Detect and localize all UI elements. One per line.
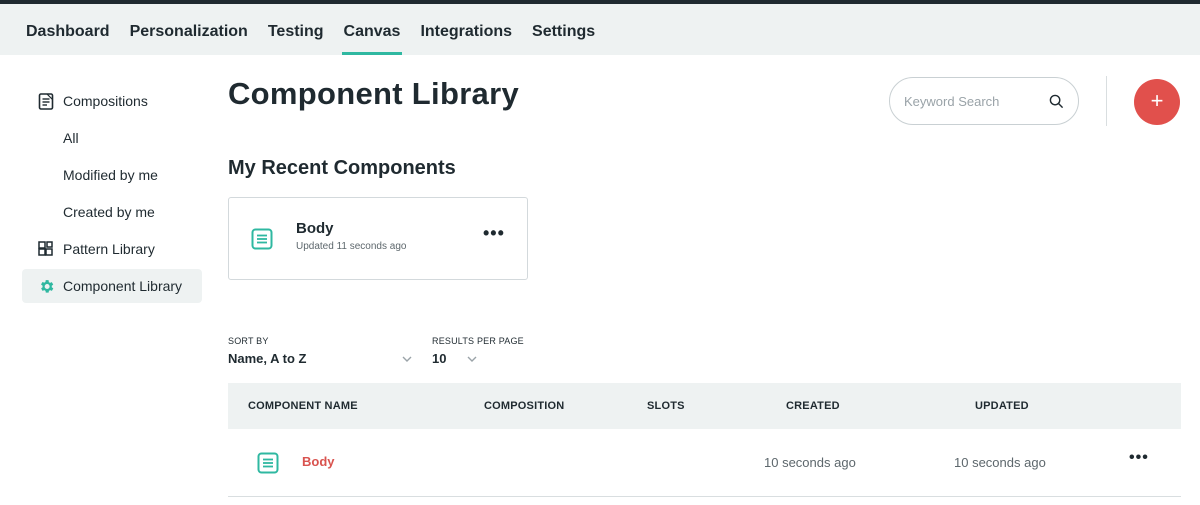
search-icon[interactable] (1049, 94, 1064, 109)
column-composition[interactable]: COMPOSITION (484, 383, 564, 429)
sort-by-select[interactable]: Name, A to Z (228, 351, 307, 366)
recent-component-card[interactable]: Body Updated 11 seconds ago ••• (228, 197, 528, 280)
card-updated-time: Updated 11 seconds ago (296, 241, 407, 252)
tab-personalization[interactable]: Personalization (130, 4, 248, 55)
column-slots[interactable]: SLOTS (647, 383, 685, 429)
tab-dashboard[interactable]: Dashboard (26, 4, 110, 55)
pattern-grid-icon (37, 240, 55, 258)
sidebar-item-label: Compositions (63, 93, 148, 109)
component-list-icon (251, 228, 273, 255)
card-more-options-button[interactable]: ••• (483, 223, 505, 244)
recent-components-title: My Recent Components (228, 157, 456, 179)
sidebar-item-pattern-library[interactable]: Pattern Library (22, 232, 202, 266)
cell-created: 10 seconds ago (764, 455, 856, 470)
main-nav: Dashboard Personalization Testing Canvas… (26, 4, 595, 55)
sort-by-label: SORT BY (228, 336, 269, 346)
table-row: Body 10 seconds ago 10 seconds ago ••• (228, 429, 1181, 497)
header-divider (1106, 76, 1107, 126)
results-per-page-label: RESULTS PER PAGE (432, 336, 524, 346)
sidebar-item-label: Pattern Library (63, 241, 155, 257)
tab-canvas[interactable]: Canvas (341, 4, 403, 55)
cell-updated: 10 seconds ago (954, 455, 1046, 470)
tab-settings[interactable]: Settings (532, 4, 595, 55)
table-header: COMPONENT NAME COMPOSITION SLOTS CREATED… (228, 383, 1181, 429)
search-input[interactable] (904, 93, 1044, 109)
row-more-options-button[interactable]: ••• (1129, 449, 1149, 467)
tab-integrations[interactable]: Integrations (420, 4, 512, 55)
keyword-search[interactable] (889, 77, 1079, 125)
column-created[interactable]: CREATED (786, 383, 840, 429)
component-list-icon (257, 452, 279, 479)
chevron-down-icon[interactable] (466, 353, 478, 365)
sidebar-item-modified-by-me[interactable]: Modified by me (22, 158, 202, 192)
page-title: Component Library (228, 76, 520, 111)
results-per-page-select[interactable]: 10 (432, 351, 446, 366)
add-component-button[interactable]: + (1134, 79, 1180, 125)
tab-testing[interactable]: Testing (268, 4, 324, 55)
top-navigation-bar: Dashboard Personalization Testing Canvas… (0, 0, 1200, 55)
gear-icon (37, 277, 55, 295)
sidebar: Compositions All Modified by me Created … (22, 84, 202, 306)
sidebar-item-component-library[interactable]: Component Library (22, 269, 202, 303)
sidebar-item-all[interactable]: All (22, 121, 202, 155)
column-component-name[interactable]: COMPONENT NAME (248, 383, 358, 429)
column-updated[interactable]: UPDATED (975, 383, 1029, 429)
sidebar-item-label: Component Library (63, 278, 183, 294)
chevron-down-icon[interactable] (401, 353, 413, 365)
component-name-link[interactable]: Body (302, 454, 335, 469)
sidebar-item-compositions[interactable]: Compositions (22, 84, 202, 118)
card-component-name: Body (296, 220, 334, 237)
sidebar-item-created-by-me[interactable]: Created by me (22, 195, 202, 229)
document-icon (37, 92, 55, 110)
